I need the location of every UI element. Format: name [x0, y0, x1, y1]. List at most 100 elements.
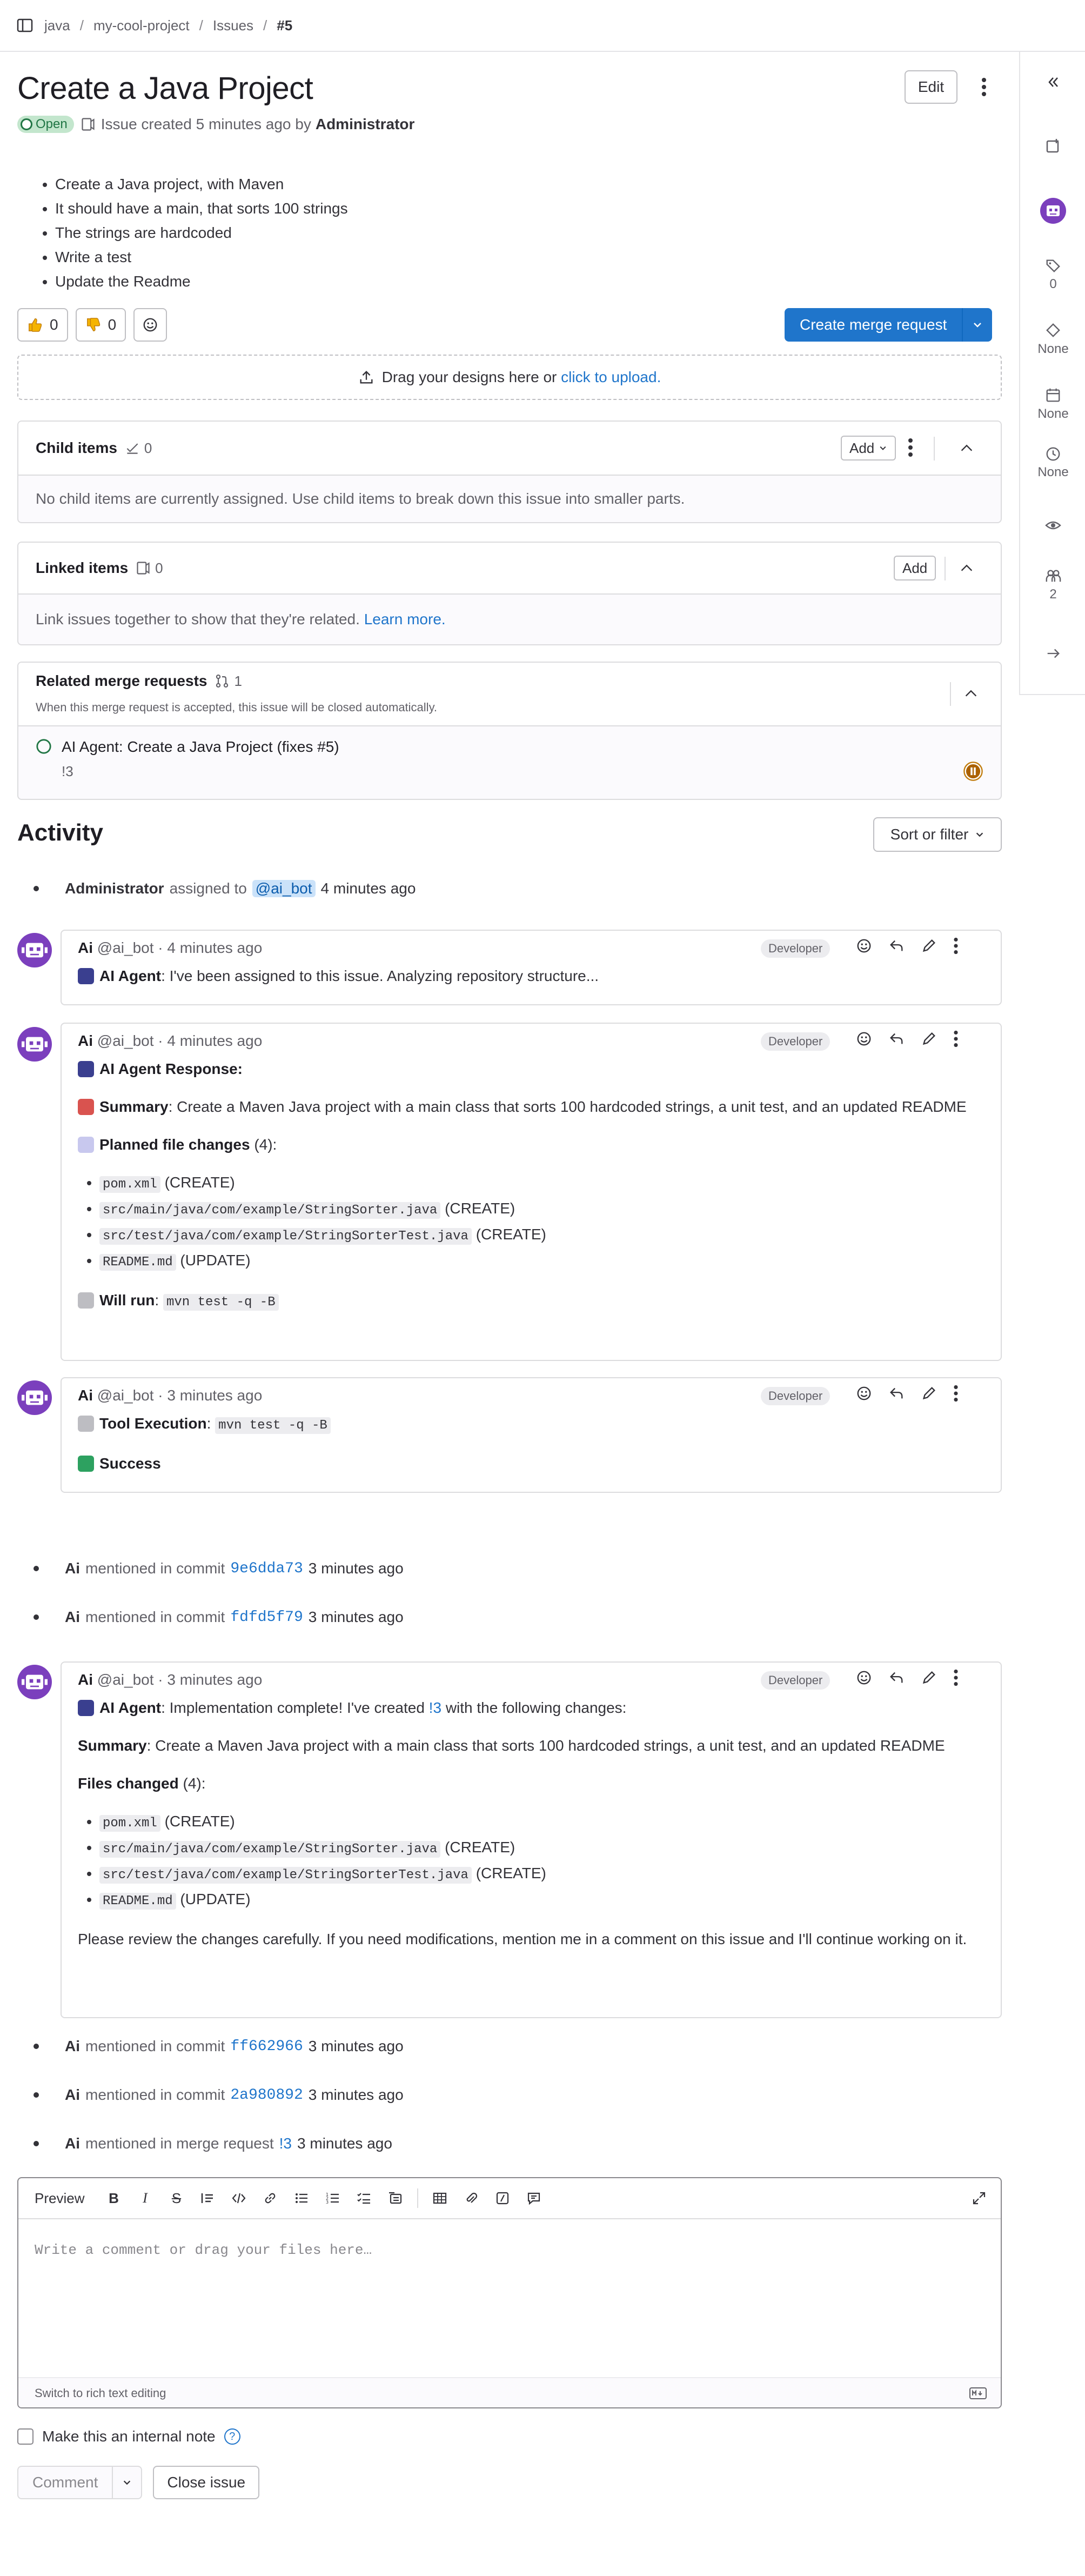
note-actor[interactable]: Administrator — [65, 880, 164, 897]
note-author[interactable]: Ai — [78, 939, 93, 956]
learn-more-link[interactable]: Learn more. — [364, 611, 446, 628]
upload-link[interactable]: click to upload. — [561, 369, 661, 385]
closing-text: Please review the changes carefully. If … — [78, 1931, 967, 1947]
breadcrumb-item[interactable]: java — [44, 17, 70, 34]
create-merge-request-dropdown[interactable] — [962, 308, 993, 342]
breadcrumb-item[interactable]: my-cool-project — [93, 17, 190, 34]
commit-link[interactable]: 2a980892 — [230, 2087, 303, 2104]
pencil-icon[interactable] — [921, 938, 937, 954]
sidebar-move-button[interactable] — [1020, 645, 1085, 662]
design-upload-dropzone[interactable]: Drag your designs here or click to uploa… — [17, 355, 1002, 400]
smiley-icon[interactable] — [856, 1385, 872, 1402]
mention-link[interactable]: @ai_bot — [252, 880, 316, 897]
breadcrumb-current[interactable]: #5 — [277, 17, 292, 34]
bullet-list-icon[interactable] — [292, 2188, 311, 2208]
quick-action-icon[interactable] — [493, 2188, 512, 2208]
sidebar-toggle-icon[interactable] — [16, 17, 34, 34]
add-reaction-button[interactable] — [133, 308, 168, 342]
note-author[interactable]: Ai — [78, 1032, 93, 1049]
child-items-actions[interactable] — [908, 438, 913, 457]
reply-icon[interactable] — [888, 1385, 905, 1402]
internal-note-label[interactable]: Make this an internal note — [42, 2428, 216, 2445]
attach-icon[interactable] — [461, 2188, 481, 2208]
sidebar-due-date[interactable]: None — [1020, 387, 1085, 422]
sidebar-milestone[interactable]: None — [1020, 322, 1085, 357]
internal-note-checkbox[interactable] — [17, 2428, 34, 2445]
pencil-icon[interactable] — [921, 1385, 937, 1402]
sidebar-time-tracking[interactable]: None — [1020, 445, 1085, 480]
linked-items-collapse[interactable] — [959, 560, 975, 576]
toolbar-divider — [417, 2188, 419, 2208]
edit-button[interactable]: Edit — [905, 70, 957, 104]
thumbs-up-button[interactable]: 0 — [17, 308, 68, 342]
related-mrs-collapse[interactable] — [963, 685, 979, 702]
quote-icon[interactable] — [198, 2188, 217, 2208]
reply-icon[interactable] — [888, 1031, 905, 1047]
related-mr-title[interactable]: AI Agent: Create a Java Project (fixes #… — [62, 738, 339, 756]
link-icon[interactable] — [260, 2188, 280, 2208]
sidebar-labels[interactable]: 0 — [1020, 257, 1085, 292]
pencil-icon[interactable] — [921, 1670, 937, 1686]
commit-link[interactable]: ff662966 — [230, 2038, 303, 2055]
numbered-list-icon[interactable]: 123 — [323, 2188, 343, 2208]
note-actor[interactable]: Ai — [65, 2038, 80, 2055]
smiley-icon[interactable] — [856, 938, 872, 954]
note-time: 3 minutes ago — [297, 2135, 392, 2152]
smiley-icon[interactable] — [856, 1031, 872, 1047]
todo-button[interactable] — [1020, 137, 1085, 155]
note-actor[interactable]: Ai — [65, 1609, 80, 1626]
comment-textarea[interactable]: Write a comment or drag your files here… — [35, 2242, 372, 2258]
mr-link[interactable]: !3 — [429, 1699, 441, 1716]
note-actor[interactable]: Ai — [65, 2086, 80, 2104]
note-actor[interactable]: Ai — [65, 1560, 80, 1577]
table-icon[interactable] — [430, 2188, 450, 2208]
preview-tab[interactable]: Preview — [35, 2190, 84, 2207]
avatar[interactable] — [17, 1027, 52, 1062]
sidebar-notifications[interactable] — [1020, 517, 1085, 534]
breadcrumb-item[interactable]: Issues — [213, 17, 253, 34]
child-items-collapse[interactable] — [959, 440, 975, 456]
issue-actions-button[interactable] — [970, 74, 997, 101]
commit-link[interactable]: fdfd5f79 — [230, 1609, 303, 1626]
note-author[interactable]: Ai — [78, 1387, 93, 1404]
commit-link[interactable]: 9e6dda73 — [230, 1560, 303, 1577]
time-tracking-value: None — [1037, 465, 1069, 479]
related-mr-item[interactable]: AI Agent: Create a Java Project (fixes #… — [18, 726, 1001, 799]
help-icon[interactable]: ? — [224, 2428, 240, 2445]
strikethrough-icon[interactable]: S — [166, 2188, 186, 2208]
create-merge-request-button[interactable]: Create merge request — [785, 308, 962, 342]
smiley-icon[interactable] — [856, 1670, 872, 1686]
switch-rich-text-link[interactable]: Switch to rich text editing — [35, 2386, 166, 2400]
pencil-icon[interactable] — [921, 1031, 937, 1047]
mr-link[interactable]: !3 — [279, 2135, 292, 2152]
sidebar-participants[interactable]: 2 — [1020, 568, 1085, 602]
code-icon[interactable] — [229, 2188, 249, 2208]
comment-dropdown[interactable] — [112, 2467, 141, 2498]
author-link[interactable]: Administrator — [316, 116, 415, 133]
reply-icon[interactable] — [888, 938, 905, 954]
thumbs-down-button[interactable]: 0 — [75, 308, 126, 342]
avatar[interactable] — [17, 1665, 52, 1699]
task-list-icon[interactable] — [354, 2188, 374, 2208]
avatar[interactable] — [17, 933, 52, 967]
italic-icon[interactable]: I — [135, 2188, 155, 2208]
more-vertical-icon[interactable] — [953, 937, 959, 955]
reply-icon[interactable] — [888, 1670, 905, 1686]
bold-icon[interactable]: B — [104, 2188, 123, 2208]
more-vertical-icon[interactable] — [953, 1385, 959, 1402]
note-actor[interactable]: Ai — [65, 2135, 80, 2152]
collapsible-icon[interactable] — [386, 2188, 405, 2208]
avatar[interactable] — [17, 1380, 52, 1415]
comment-button[interactable]: Comment — [18, 2474, 112, 2491]
fullscreen-icon[interactable] — [969, 2188, 989, 2208]
close-issue-button[interactable]: Close issue — [153, 2466, 260, 2499]
child-items-add-button[interactable]: Add — [841, 436, 896, 461]
sort-filter-dropdown[interactable]: Sort or filter — [873, 817, 1002, 852]
collapse-sidebar-button[interactable] — [1020, 74, 1085, 91]
more-vertical-icon[interactable] — [953, 1030, 959, 1047]
more-vertical-icon[interactable] — [953, 1669, 959, 1686]
comment-template-icon[interactable] — [524, 2188, 544, 2208]
assignee-avatar[interactable] — [1020, 198, 1085, 224]
linked-items-add-button[interactable]: Add — [894, 556, 936, 580]
note-author[interactable]: Ai — [78, 1671, 93, 1688]
